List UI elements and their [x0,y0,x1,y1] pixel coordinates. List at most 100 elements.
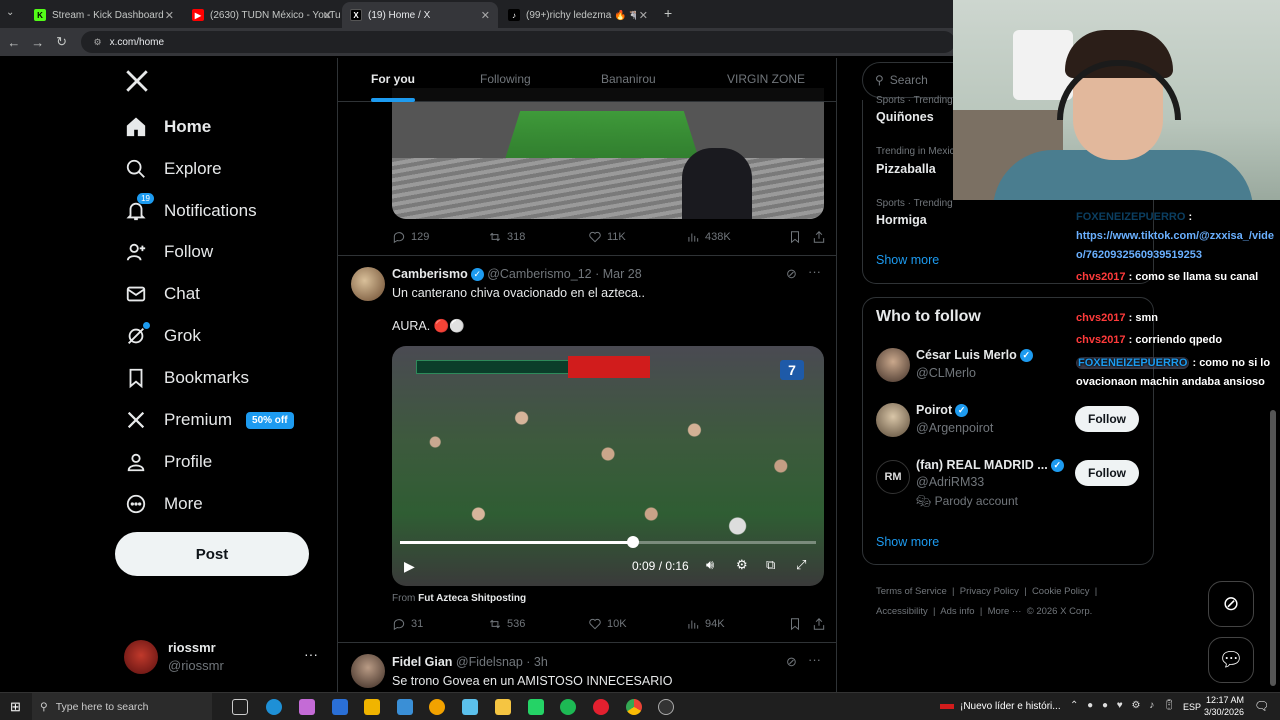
post-date[interactable]: · 3h [526,655,548,669]
tab-following[interactable]: Following [480,72,531,86]
sidebar-item-grok[interactable]: Grok [124,316,201,356]
views-button[interactable]: 94K [686,617,725,631]
new-tab-button[interactable]: + [664,5,672,21]
whatsapp-icon[interactable] [528,699,544,715]
sidebar-item-bookmarks[interactable]: Bookmarks [124,358,249,398]
clock-date[interactable]: 3/30/2026 [1204,707,1244,717]
messages-floating-button[interactable]: 💬︎ [1208,637,1254,683]
task-view-icon[interactable] [232,699,248,715]
language-indicator[interactable]: ESP [1183,702,1201,712]
sidebar-item-premium[interactable]: Premium 50% off [124,400,294,440]
trend-name[interactable]: Hormiga [876,213,927,227]
spotify-icon[interactable] [560,699,576,715]
url-field[interactable]: ⚙ x.com/home [81,31,956,53]
account-switcher[interactable]: riossmr @riossmr ··· [124,638,320,678]
sidebar-item-follow[interactable]: Follow [124,232,213,272]
close-icon[interactable]: ✕ [165,9,174,22]
tab-x-home[interactable]: X (19) Home / X ✕ [342,2,498,28]
like-button[interactable]: 11K [588,230,626,244]
footer-link[interactable]: Privacy Policy [960,586,1019,597]
sidebar-item-profile[interactable]: Profile [124,442,212,482]
notification-center-icon[interactable]: 🗨︎ [1254,699,1269,713]
tab-for-you[interactable]: For you [371,72,415,86]
post[interactable]: Camberismo ✓ @Camberismo_12 · Mar 28 ⊘ ··… [338,256,836,643]
windows-start-icon[interactable]: ⊞ [10,699,21,715]
video-player[interactable]: 7 ▶ 0:09 / 0:16 🔊︎ ⚙ ⧉ ⤢ [392,346,824,586]
video-scrubber-handle[interactable] [626,536,639,548]
footer-link[interactable]: Ads info [940,606,974,617]
tab-youtube[interactable]: ▶ (2630) TUDN México - YouTube ✕ [184,2,340,28]
app-icon[interactable] [462,699,478,715]
author-handle[interactable]: @Camberismo_12 [487,267,591,281]
system-tray-icons[interactable]: ⌃ ● ● ♥ ⚙ ♪ 🔋︎ [1070,700,1179,711]
trend-name[interactable]: Pizzaballa [876,162,936,176]
like-button[interactable]: 10K [588,617,627,631]
footer-link[interactable]: Terms of Service [876,586,947,597]
taskbar-search-input[interactable]: ⚲ Type here to search [32,693,212,720]
obs-icon[interactable] [658,699,674,715]
grok-icon[interactable]: ⊘ [786,266,797,282]
clock-time[interactable]: 12:17 AM [1206,695,1244,705]
copilot-icon[interactable] [299,699,315,715]
post-media-image[interactable] [392,88,824,219]
volume-icon[interactable]: 🔊︎ [706,557,714,573]
reply-button[interactable]: 31 [392,617,423,631]
grok-floating-button[interactable]: ⊘ [1208,581,1254,627]
grok-icon[interactable]: ⊘ [786,654,797,670]
picture-in-picture-icon[interactable]: ⧉ [766,557,775,573]
more-dots-icon[interactable]: ··· [808,652,821,667]
settings-icon[interactable]: ⚙ [736,557,748,573]
sidebar-item-notifications[interactable]: 19 Notifications [124,191,257,231]
follow-button[interactable]: Follow [1075,460,1139,486]
video-progress-track[interactable] [400,536,816,548]
chrome-alt-icon[interactable] [429,699,445,715]
news-widget[interactable]: ¡Nuevo líder e históri... [960,701,1061,712]
close-icon[interactable]: ✕ [481,9,490,22]
post-button[interactable]: Post [115,532,309,576]
bookmark-button[interactable] [788,617,802,631]
tab-virgin-zone[interactable]: VIRGIN ZONE [727,72,805,86]
opera-icon[interactable] [593,699,609,715]
site-info-icon[interactable]: ⚙ [93,37,101,48]
forward-icon[interactable]: → [26,35,50,50]
show-more-link[interactable]: Show more [876,535,939,549]
x-logo-icon[interactable] [124,68,150,94]
tab-kick[interactable]: K Stream - Kick Dashboard ✕ [26,2,182,28]
follow-button[interactable]: Follow [1075,406,1139,432]
views-button[interactable]: 438K [686,230,731,244]
share-button[interactable] [812,617,826,631]
author-handle[interactable]: @Fidelsnap [456,655,523,669]
sidebar-item-chat[interactable]: Chat [124,274,200,314]
close-icon[interactable]: ✕ [323,9,332,22]
tab-list-dropdown[interactable]: ⌄ [6,7,14,18]
sidebar-item-explore[interactable]: Explore [124,149,222,189]
reload-icon[interactable]: ↻ [50,34,74,50]
author-name[interactable]: Fidel Gian [392,655,452,669]
author-name[interactable]: Camberismo [392,267,468,281]
post-date[interactable]: · Mar 28 [595,267,642,281]
reply-button[interactable]: 129 [392,230,429,244]
tab-bananirou[interactable]: Bananirou [601,72,656,86]
vscode-icon[interactable] [397,699,413,715]
repost-button[interactable]: 318 [488,230,525,244]
back-icon[interactable]: ← [2,35,26,50]
sidebar-item-home[interactable]: Home [124,107,211,147]
show-more-link[interactable]: Show more [876,253,939,267]
source-link[interactable]: Fut Azteca Shitposting [418,593,526,604]
chat-link[interactable]: https://www.tiktok.com/@zxxisa_/video/76… [1076,230,1274,261]
footer-link[interactable]: Cookie Policy [1032,586,1090,597]
tab-tiktok[interactable]: ♪ (99+)richy ledezma 🔥 🐃 ℕ ... ✕ [500,2,656,28]
more-dots-icon[interactable]: ··· [808,264,821,279]
trend-name[interactable]: Quiñones [876,110,934,124]
file-explorer-icon[interactable] [495,699,511,715]
page-scrollbar[interactable] [1270,410,1276,686]
outlook-icon[interactable] [332,699,348,715]
sidebar-item-more[interactable]: More [124,484,203,524]
edge-icon[interactable] [266,699,282,715]
bookmark-button[interactable] [788,230,802,244]
close-icon[interactable]: ✕ [639,9,648,22]
footer-link[interactable]: Accessibility [876,606,928,617]
share-button[interactable] [812,230,826,244]
chrome-icon[interactable] [626,699,642,715]
footer-link[interactable]: More ··· [988,606,1022,617]
